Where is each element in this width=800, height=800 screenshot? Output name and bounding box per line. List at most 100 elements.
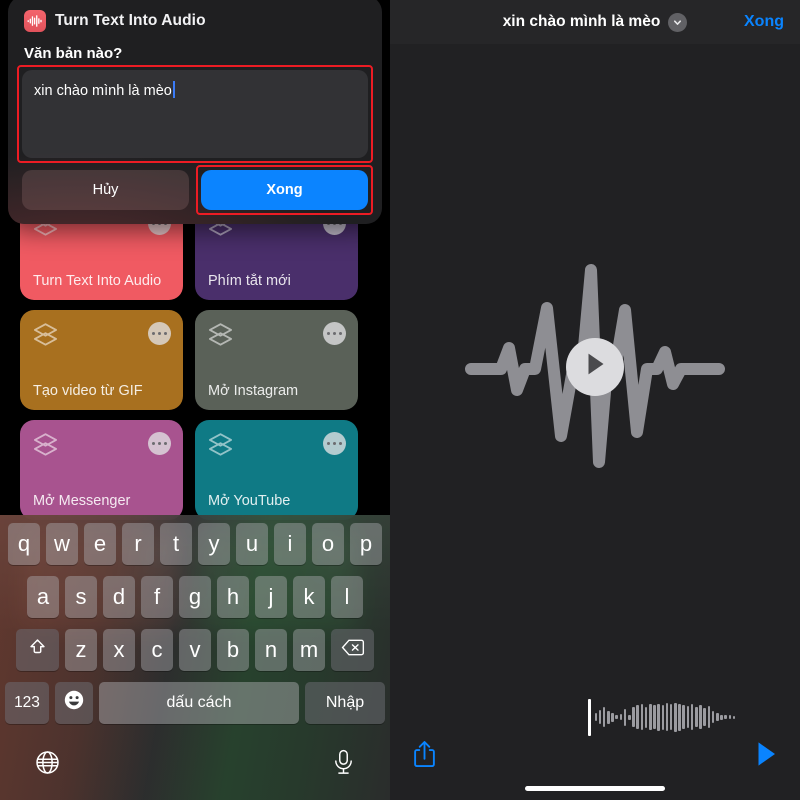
key-e[interactable]: e [84,523,116,565]
space-key[interactable]: dấu cách [99,682,299,724]
scrubber-bar [669,704,673,730]
screenshot-root: Turn Text Into Audio Phím tắt mới Tạo vi… [0,0,800,800]
layers-icon [207,431,234,463]
shortcut-card[interactable]: Mở Instagram [195,310,358,410]
scrubber-bar [707,706,711,728]
scrubber-bar [636,705,639,729]
scrubber-bar [724,715,727,719]
scrubber-bar [682,705,686,729]
play-button[interactable] [566,337,624,396]
key-j[interactable]: j [255,576,287,618]
audio-waveform-app-icon [24,10,46,32]
key-a[interactable]: a [27,576,59,618]
shortcut-card-label: Turn Text Into Audio [33,273,162,289]
dialog-header: Turn Text Into Audio [22,4,368,34]
key-r[interactable]: r [122,523,154,565]
key-n[interactable]: n [255,629,287,671]
emoji-key[interactable] [55,682,93,724]
shortcut-card-label: Mở Instagram [208,383,299,399]
numbers-key[interactable]: 123 [5,682,49,724]
keyboard-row-3: zxcvbnm [0,629,390,671]
key-u[interactable]: u [236,523,268,565]
key-q[interactable]: q [8,523,40,565]
footer-play-button[interactable] [754,740,778,773]
key-s[interactable]: s [65,576,97,618]
key-b[interactable]: b [217,629,249,671]
done-button-wrapper: Xong [196,165,373,215]
key-w[interactable]: w [46,523,78,565]
microphone-icon[interactable] [331,749,356,781]
scrubber-bar [632,707,635,727]
shortcut-card-label: Tạo video từ GIF [33,383,143,399]
shift-key[interactable] [16,629,59,671]
scrubber-bar [661,704,665,730]
dialog-title: Turn Text Into Audio [55,12,206,29]
scrubber-bar [611,712,614,722]
scrubber-bar [665,703,669,731]
ellipsis-icon[interactable] [148,322,171,345]
shortcut-card-label: Mở Messenger [33,493,131,509]
scrubber-bar [720,714,723,720]
key-v[interactable]: v [179,629,211,671]
scrubber-bar [644,706,648,728]
key-i[interactable]: i [274,523,306,565]
key-f[interactable]: f [141,576,173,618]
done-button[interactable]: Xong [201,170,368,210]
key-d[interactable]: d [103,576,135,618]
scrubber-bar [619,714,623,720]
playhead[interactable] [588,698,591,736]
ellipsis-icon[interactable] [323,432,346,455]
scrubber-bar [640,704,644,730]
ellipsis-icon[interactable] [148,432,171,455]
scrubber-bar [602,707,606,727]
key-l[interactable]: l [331,576,363,618]
text-cursor [172,81,175,98]
left-phone-screen: Turn Text Into Audio Phím tắt mới Tạo vi… [0,0,390,800]
shift-up-arrow-icon [27,637,48,664]
key-o[interactable]: o [312,523,344,565]
text-input-value: xin chào mình là mèo [34,83,172,99]
scrubber-bar [715,713,719,721]
share-export-icon[interactable] [412,739,437,774]
scrubber-bar [598,710,602,724]
layers-icon [207,321,234,353]
dialog-buttons: Hủy Xong [22,165,373,215]
scrubber-bar [728,715,732,719]
shortcut-card[interactable]: Mở YouTube [195,420,358,520]
audio-scrubber[interactable] [588,697,736,737]
text-input[interactable]: xin chào mình là mèo [22,70,368,158]
ellipsis-icon[interactable] [323,322,346,345]
turn-text-into-audio-dialog: Turn Text Into Audio Văn bản nào? xin ch… [8,0,382,224]
key-g[interactable]: g [179,576,211,618]
backspace-key[interactable] [331,629,374,671]
key-y[interactable]: y [198,523,230,565]
shortcut-card[interactable]: Tạo video từ GIF [20,310,183,410]
shortcut-card[interactable]: Mở Messenger [20,420,183,520]
scrubber-bar [732,715,736,719]
key-h[interactable]: h [217,576,249,618]
backspace-delete-icon [341,637,365,663]
key-z[interactable]: z [65,629,97,671]
scrubber-bar [623,708,627,726]
key-p[interactable]: p [350,523,382,565]
scrubber-bar [607,710,610,724]
dialog-question-label: Văn bản nào? [24,45,123,62]
play-triangle-icon [583,351,607,382]
chevron-down-icon[interactable] [668,12,688,32]
title-group[interactable]: xin chào mình là mèo [503,12,688,32]
audio-artwork-area [390,44,800,689]
key-t[interactable]: t [160,523,192,565]
header-done-button[interactable]: Xong [744,13,784,31]
return-key[interactable]: Nhập [305,682,385,724]
globe-language-icon[interactable] [34,749,61,781]
key-m[interactable]: m [293,629,325,671]
key-c[interactable]: c [141,629,173,671]
scrubber-bar [686,706,690,728]
scrubber-bar [678,703,681,731]
footer-controls [390,739,800,774]
key-x[interactable]: x [103,629,135,671]
key-k[interactable]: k [293,576,325,618]
scrubber-bar [690,704,694,730]
cancel-button[interactable]: Hủy [22,170,189,210]
ios-keyboard: qwertyuiop asdfghjkl zxcvbnm 123 dấu các… [0,515,390,800]
